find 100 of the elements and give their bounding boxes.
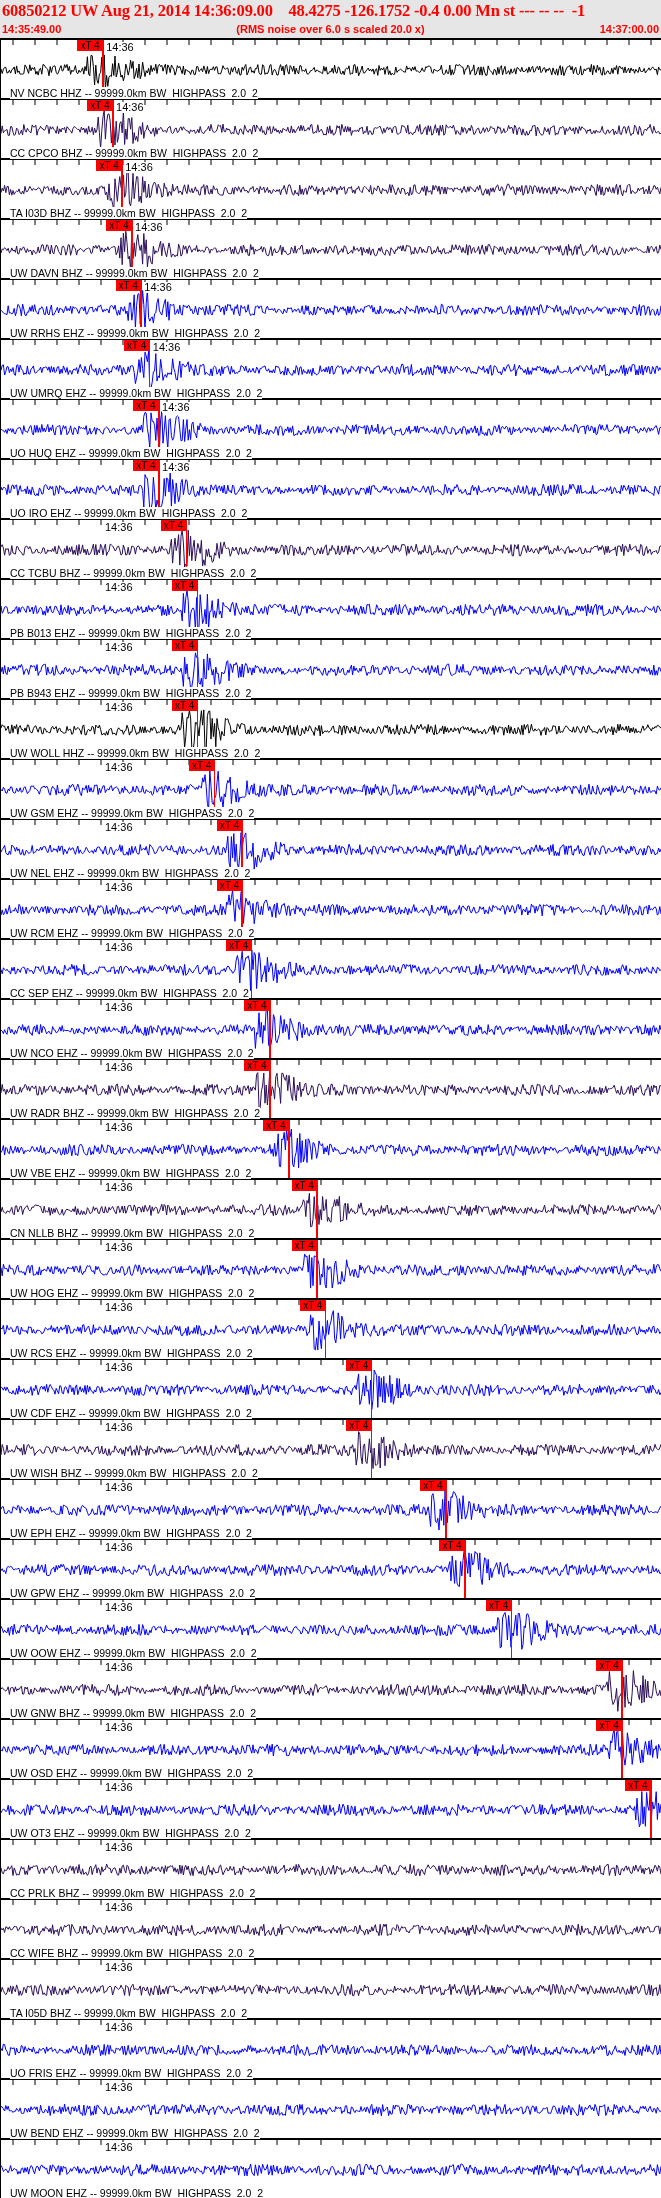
channel-label: CC PRLK BHZ -- 99999.0km BW HIGHPASS 2.0 2: [10, 1887, 256, 1899]
pick-flag: xT 4: [216, 820, 242, 831]
pick-flag: xT 4: [133, 400, 159, 411]
scale-note: (RMS noise over 6.0 s scaled 20.0 x): [236, 22, 425, 36]
time-label: 14:36: [105, 762, 133, 773]
pick-flag: xT 4: [225, 940, 252, 951]
start-time: 14:35:49.00: [2, 22, 62, 36]
pick-flag: xT 4: [216, 880, 242, 891]
channel-label: UW VBE EHZ -- 99999.0km BW HIGHPASS 2.0 2: [10, 1167, 252, 1179]
channel-label: UW OOW EHZ -- 99999.0km BW HIGHPASS 2.0 2: [10, 1647, 257, 1659]
time-label: 14:36: [105, 1482, 133, 1493]
channel-label: CC WIFE BHZ -- 99999.0km BW HIGHPASS 2.0 2: [10, 1947, 255, 1959]
time-label: 14:36: [106, 42, 134, 53]
time-label: 14:36: [105, 2142, 133, 2153]
time-label: 14:36: [105, 882, 133, 893]
channel-label: UW DAVN BHZ -- 99999.0km BW HIGHPASS 2.0 2: [10, 267, 259, 279]
time-label: 14:36: [162, 462, 190, 473]
channel-label: CC SEP EHZ -- 99999.0km BW HIGHPASS 2.0 2: [10, 987, 249, 999]
channel-label: UW NCO EHZ -- 99999.0km BW HIGHPASS 2.0 2: [10, 1047, 254, 1059]
time-label: 14:36: [105, 1422, 133, 1433]
time-label: 14:36: [105, 702, 133, 713]
pick-flag: xT 4: [87, 100, 113, 111]
pick-flag: xT 4: [172, 580, 198, 591]
time-label: 14:36: [105, 2022, 133, 2033]
channel-label: UO FRIS EHZ -- 99999.0km BW HIGHPASS 2.0 2: [10, 2067, 253, 2079]
time-label: 14:36: [144, 282, 172, 293]
time-label: 14:36: [105, 2082, 133, 2093]
pick-flag: xT 4: [244, 1060, 270, 1071]
pick-flag: xT 4: [346, 1420, 372, 1431]
channel-label: UW WOLL HHZ -- 99999.0km BW HIGHPASS 2.0 2: [10, 747, 261, 759]
channel-label: NV NCBC HHZ -- 99999.0km BW HIGHPASS 2.0 2: [10, 87, 258, 99]
channel-label: UW BEND EHZ -- 99999.0km BW HIGHPASS 2.0 2: [10, 2127, 260, 2139]
time-label: 14:36: [105, 1902, 133, 1913]
end-time: 14:37:00.00: [599, 22, 659, 36]
time-label: 14:36: [105, 1842, 133, 1853]
pick-flag: xT 4: [596, 1720, 622, 1731]
pick-flag: xT 4: [486, 1600, 512, 1611]
time-label: 14:36: [105, 522, 133, 533]
time-label: 14:36: [105, 1662, 133, 1673]
pick-flag: xT 4: [172, 640, 198, 651]
pick-flag: xT 4: [346, 1360, 372, 1371]
time-label: 14:36: [105, 1302, 133, 1313]
channel-label: UO HUQ EHZ -- 99999.0km BW HIGHPASS 2.0 2: [10, 447, 252, 459]
time-label: 14:36: [152, 342, 181, 353]
channel-label: CC TCBU BHZ -- 99999.0km BW HIGHPASS 2.0 2: [10, 567, 257, 579]
channel-label: UW RCS EHZ -- 99999.0km BW HIGHPASS 2.0 2: [10, 1347, 253, 1359]
channel-label: PB B013 EHZ -- 99999.0km BW HIGHPASS 2.0 2: [10, 627, 252, 639]
channel-label: UW GPW EHZ -- 99999.0km BW HIGHPASS 2.0 2: [10, 1587, 256, 1599]
channel-label: CC CPCO BHZ -- 99999.0km BW HIGHPASS 2.0 2: [10, 147, 259, 159]
pick-flag: xT 4: [263, 1120, 289, 1131]
pick-flag: xT 4: [189, 760, 215, 771]
pick-flag: xT 4: [106, 220, 132, 231]
time-label: 14:36: [105, 1602, 133, 1613]
time-label: 14:36: [105, 1542, 133, 1553]
pick-flag: xT 4: [124, 340, 150, 351]
pick-flag: xT 4: [96, 160, 122, 171]
time-label: 14:36: [105, 1362, 133, 1373]
channel-label: UW OSD EHZ -- 99999.0km BW HIGHPASS 2.0 2: [10, 1767, 254, 1779]
pick-flag: xT 4: [291, 1240, 317, 1251]
pick-flag: xT 4: [160, 520, 187, 531]
time-label: 14:36: [105, 1002, 133, 1013]
channel-label: UW OT3 EHZ -- 99999.0km BW HIGHPASS 2.0 2: [10, 1827, 251, 1839]
channel-label: UW NEL EHZ -- 99999.0km BW HIGHPASS 2.0 2: [10, 867, 251, 879]
channel-label: UW UMRQ EHZ -- 99999.0km BW HIGHPASS 2.0 2: [10, 387, 263, 399]
time-label: 14:36: [105, 1782, 133, 1793]
pick-flag: xT 4: [244, 1000, 270, 1011]
channel-label: CN NLLB BHZ -- 99999.0km BW HIGHPASS 2.0 2: [10, 1227, 255, 1239]
pick-flag: xT 4: [300, 1300, 326, 1311]
channel-label: UW HOG EHZ -- 99999.0km BW HIGHPASS 2.0 2: [10, 1287, 255, 1299]
channel-label: TA I05D BHZ -- 99999.0km BW HIGHPASS 2.0 2: [10, 2007, 248, 2019]
pick-flag: xT 4: [77, 40, 103, 51]
channel-label: TA I03D BHZ -- 99999.0km BW HIGHPASS 2.0 2: [10, 207, 248, 219]
pick-flag: xT 4: [420, 1480, 446, 1491]
channel-label: UW EPH EHZ -- 99999.0km BW HIGHPASS 2.0 2: [10, 1527, 252, 1539]
time-label: 14:36: [135, 222, 163, 233]
pick-flag: xT 4: [172, 700, 198, 711]
channel-label: UO IRO EHZ -- 99999.0km BW HIGHPASS 2.0 2: [10, 507, 248, 519]
event-title: 60850212 UW Aug 21, 2014 14:36:09.00 48.4275 -126.1752 -0.4 0.00 Mn st --- -- -- -1: [2, 0, 587, 22]
time-label: 14:36: [105, 1962, 133, 1973]
channel-label: UW GNW BHZ -- 99999.0km BW HIGHPASS 2.0 2: [10, 1707, 257, 1719]
channel-label: UW MOON EHZ -- 99999.0km BW HIGHPASS 2.0 2: [10, 2187, 264, 2198]
pick-flag: xT 4: [596, 1660, 622, 1671]
time-label: 14:36: [105, 1122, 133, 1133]
channel-label: UW RRHS EHZ -- 99999.0km BW HIGHPASS 2.0 2: [10, 327, 261, 339]
time-label: 14:36: [105, 942, 133, 953]
channel-label: PB B943 EHZ -- 99999.0km BW HIGHPASS 2.0 2: [10, 687, 252, 699]
time-label: 14:36: [116, 102, 144, 113]
time-label: 14:36: [105, 642, 133, 653]
channel-label: UW RCM EHZ -- 99999.0km BW HIGHPASS 2.0 2: [10, 927, 255, 939]
pick-flag: xT 4: [625, 1780, 651, 1791]
time-label: 14:36: [105, 1062, 133, 1073]
channel-label: UW WISH BHZ -- 99999.0km BW HIGHPASS 2.0 2: [10, 1467, 258, 1479]
time-label: 14:36: [105, 1722, 133, 1733]
pick-flag: xT 4: [115, 280, 141, 291]
pick-flag: xT 4: [439, 1540, 465, 1551]
time-label: 14:36: [105, 1242, 133, 1253]
channel-label: UW GSM EHZ -- 99999.0km BW HIGHPASS 2.0 2: [10, 807, 255, 819]
channel-label: UW CDF EHZ -- 99999.0km BW HIGHPASS 2.0 2: [10, 1407, 252, 1419]
time-label: 14:36: [125, 162, 153, 173]
time-label: 14:36: [105, 822, 133, 833]
